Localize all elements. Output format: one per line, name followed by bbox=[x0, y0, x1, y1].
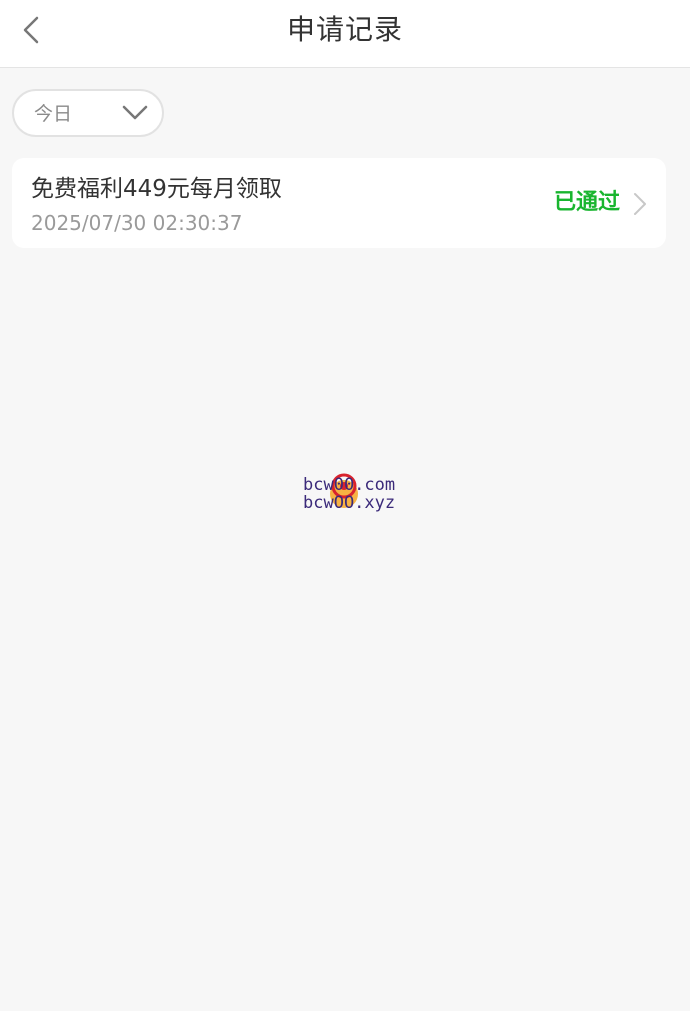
page-title: 申请记录 bbox=[286, 13, 403, 46]
status-badge: 已通过 bbox=[553, 190, 620, 215]
date-filter-value: 今日 bbox=[34, 103, 73, 125]
record-item[interactable]: 免费福利449元每月领取 2025/07/30 02:30:37 已通过 bbox=[12, 158, 666, 248]
header-bar: 申请记录 bbox=[0, 0, 690, 68]
chevron-down-icon bbox=[122, 105, 148, 120]
watermark-line-2: bcwOO.xyz bbox=[303, 493, 396, 513]
record-title: 免费福利449元每月领取 bbox=[31, 176, 282, 202]
record-timestamp: 2025/07/30 02:30:37 bbox=[31, 211, 243, 235]
watermark: bcw00.com bcwOO.xyz bbox=[300, 472, 410, 516]
watermark-line-1: bcw00.com bbox=[303, 475, 396, 495]
date-filter-dropdown[interactable]: 今日 bbox=[12, 89, 164, 137]
chevron-right-icon bbox=[634, 193, 646, 215]
application-records-page: 申请记录 今日 免费福利449元每月领取 2025/07/30 02:30:37… bbox=[0, 0, 690, 1011]
